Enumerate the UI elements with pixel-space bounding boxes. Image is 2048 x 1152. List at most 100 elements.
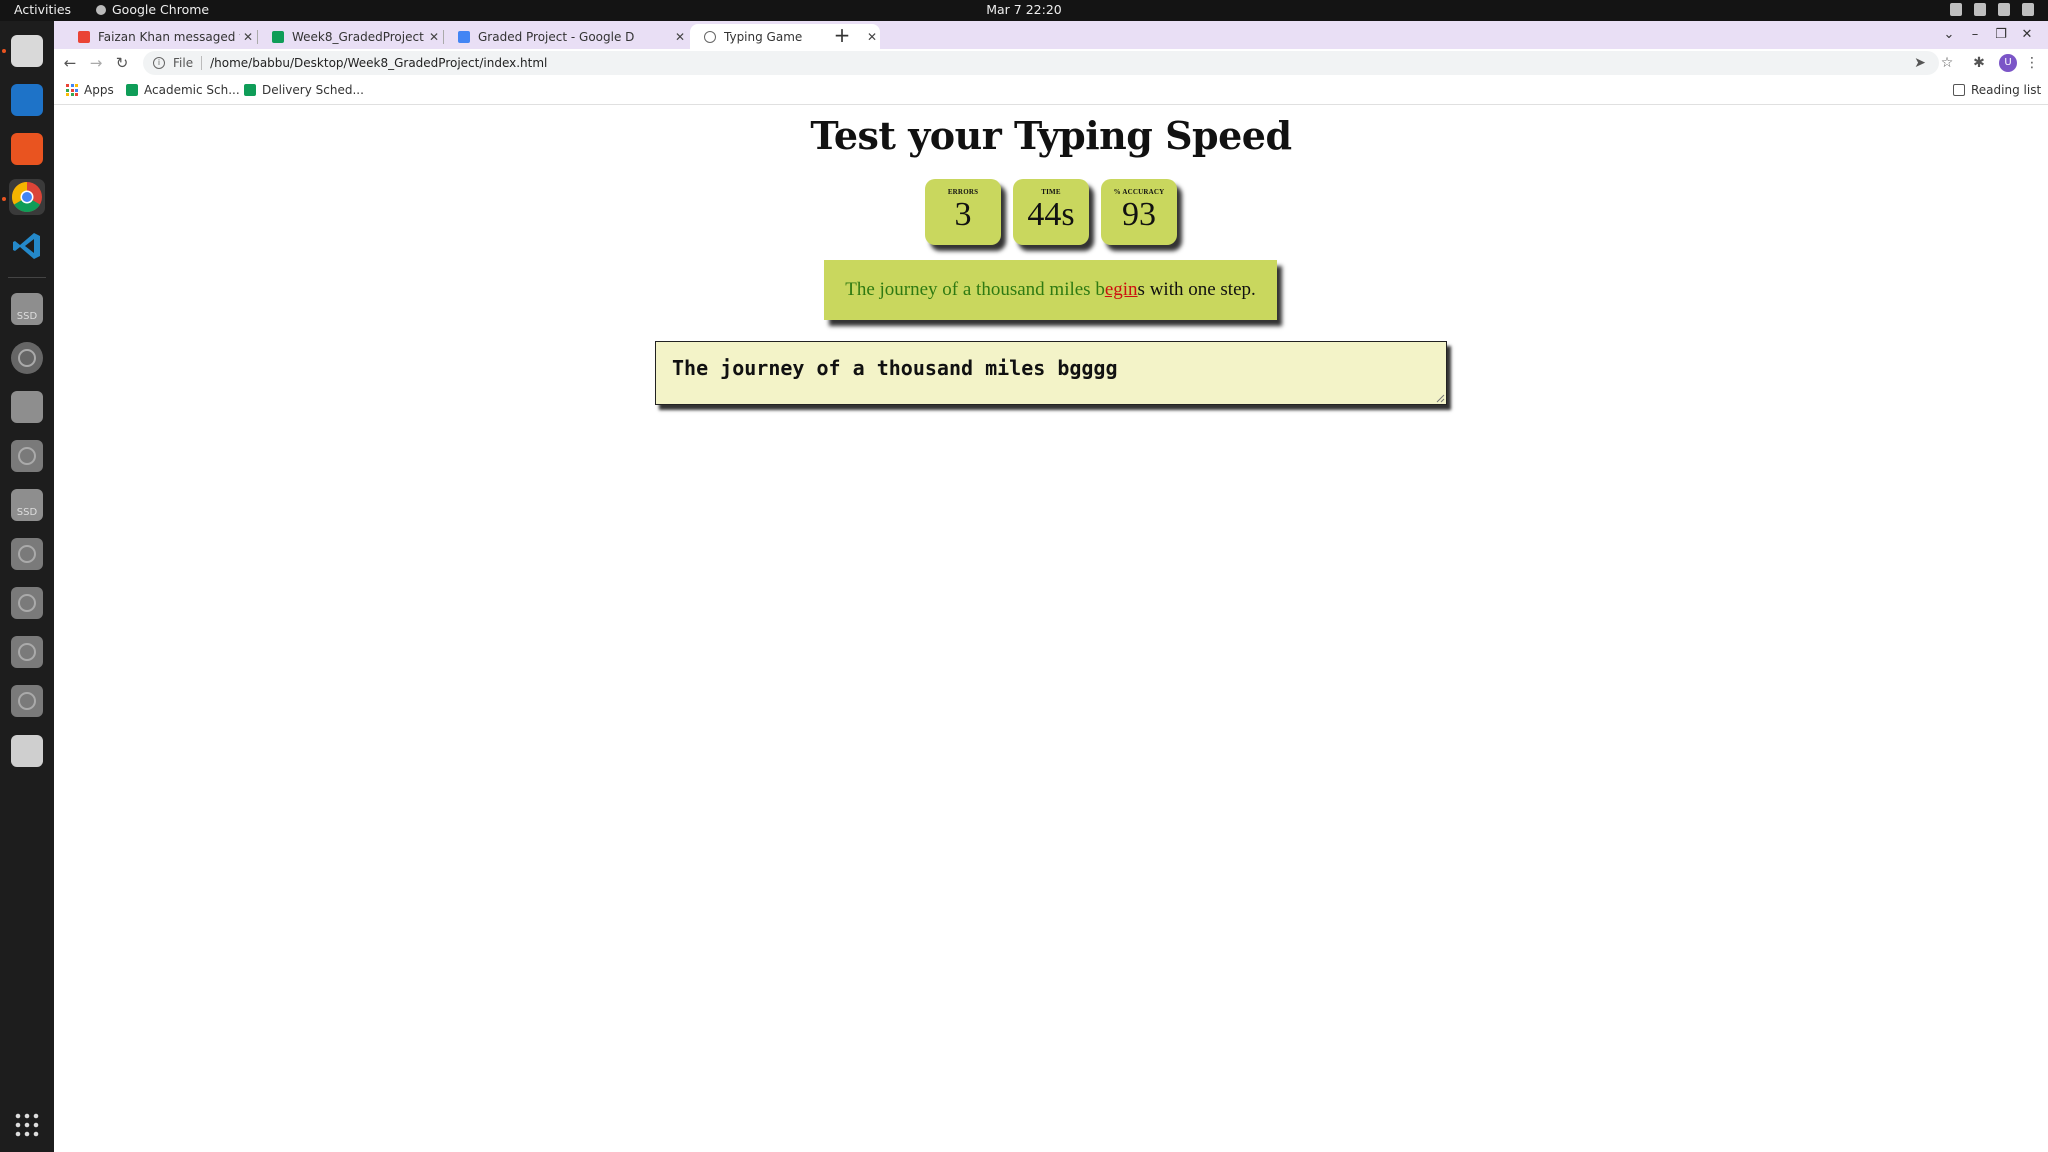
dock-show-apps[interactable] (9, 1107, 45, 1143)
disc-icon (11, 587, 43, 619)
back-icon[interactable]: ← (58, 51, 82, 75)
dock: SSD SSD (0, 21, 54, 1152)
address-url[interactable]: /home/babbu/Desktop/Week8_GradedProject/… (210, 56, 547, 70)
errors-stat: ERRORS 3 (925, 179, 1001, 245)
google-docs-icon (458, 30, 470, 43)
window-controls: ⌄ – ❐ ✕ (1936, 24, 2040, 46)
browser-toolbar: ← → ↻ i File /home/babbu/Desktop/Week8_G… (54, 49, 2048, 77)
dock-drive[interactable] (9, 389, 45, 425)
system-tray[interactable] (1950, 3, 2034, 16)
ssd-drive-icon: SSD (11, 489, 43, 521)
address-bar[interactable]: i File /home/babbu/Desktop/Week8_GradedP… (143, 51, 1939, 75)
libreoffice-writer-icon (11, 84, 43, 116)
close-tab-icon[interactable]: ✕ (864, 30, 880, 44)
dock-disc[interactable] (9, 536, 45, 572)
google-drive-icon (272, 30, 284, 43)
dock-software[interactable] (9, 131, 45, 167)
dock-files[interactable] (9, 33, 45, 69)
bookmark-academic-schedule[interactable]: Academic Sch... (126, 83, 240, 97)
time-value: 44s (1027, 196, 1075, 233)
errors-label: ERRORS (947, 188, 979, 196)
reading-list-icon (1953, 84, 1965, 96)
ssd-drive-icon: SSD (11, 293, 43, 325)
tab-title: Graded Project - Google D (478, 29, 635, 44)
tab-title: Week8_GradedProject - G (292, 29, 426, 44)
dock-disc[interactable] (9, 634, 45, 670)
accuracy-value: 93 (1122, 196, 1156, 233)
typing-input[interactable]: The journey of a thousand miles bgggg (655, 341, 1447, 405)
bookmark-star-icon[interactable]: ☆ (1937, 53, 1957, 73)
google-sheets-icon (126, 84, 138, 96)
tab-docs[interactable]: Graded Project - Google D ✕ (444, 24, 688, 49)
tab-gmail[interactable]: Faizan Khan messaged yo ✕ (64, 24, 256, 49)
google-sheets-icon (244, 84, 256, 96)
dock-ssd-drive[interactable]: SSD (9, 487, 45, 523)
globe-icon (704, 30, 716, 43)
profile-avatar[interactable]: U (1999, 54, 2017, 72)
send-icon[interactable]: ➤ (1910, 53, 1930, 73)
bookmark-apps[interactable]: Apps (66, 83, 114, 97)
bookmark-label: Delivery Sched... (262, 83, 364, 97)
apps-grid-icon (66, 84, 78, 96)
errors-value: 3 (954, 196, 972, 233)
clock[interactable]: Mar 7 22:20 (0, 2, 2048, 17)
quote-box: The journey of a thousand miles b egin s w… (824, 260, 1277, 320)
dock-vscode[interactable] (9, 228, 45, 264)
new-tab-button[interactable]: + (830, 24, 854, 48)
resize-handle-icon[interactable] (1435, 393, 1445, 403)
menu-kebab-icon[interactable]: ⋮ (2022, 53, 2042, 73)
page-content: Test your Typing Speed ERRORS 3 TIME 44s… (54, 105, 2048, 1152)
tab-strip: Faizan Khan messaged yo ✕ Week8_GradedPr… (54, 21, 2048, 49)
battery-icon (2022, 3, 2034, 16)
time-label: TIME (1041, 188, 1061, 196)
close-tab-icon[interactable]: ✕ (426, 30, 442, 44)
tab-drive[interactable]: Week8_GradedProject - G ✕ (258, 24, 442, 49)
trash-icon (11, 735, 43, 767)
dock-settings[interactable] (9, 340, 45, 376)
close-tab-icon[interactable]: ✕ (672, 30, 688, 44)
dock-disc[interactable] (9, 683, 45, 719)
accuracy-stat: % ACCURACY 93 (1101, 179, 1177, 245)
accuracy-label: % ACCURACY (1113, 188, 1165, 196)
minimize-icon[interactable]: – (1962, 24, 1988, 46)
files-icon (11, 35, 43, 67)
extensions-puzzle-icon[interactable]: ✱ (1969, 53, 1989, 73)
gmail-icon (78, 30, 90, 43)
disc-icon (11, 538, 43, 570)
dock-trash[interactable] (9, 733, 45, 769)
bookmark-delivery-schedule[interactable]: Delivery Sched... (244, 83, 364, 97)
close-tab-icon[interactable]: ✕ (240, 30, 256, 44)
reload-icon[interactable]: ↻ (110, 51, 134, 75)
close-window-icon[interactable]: ✕ (2014, 24, 2040, 46)
disc-icon (11, 440, 43, 472)
dock-ssd-drive[interactable]: SSD (9, 291, 45, 327)
restore-icon[interactable]: ❐ (1988, 24, 2014, 46)
settings-gear-icon (11, 342, 43, 374)
bookmark-label: Apps (84, 83, 114, 97)
address-scheme: File (173, 56, 194, 70)
volume-icon (1998, 3, 2010, 16)
address-divider (201, 56, 203, 70)
page-title: Test your Typing Speed (810, 113, 1292, 158)
running-indicator (2, 197, 6, 201)
reading-list-label: Reading list (1971, 83, 2042, 97)
tab-search-icon[interactable]: ⌄ (1936, 24, 1962, 46)
info-icon[interactable]: i (153, 57, 165, 69)
time-stat: TIME 44s (1013, 179, 1089, 245)
drive-icon (11, 391, 43, 423)
tab-title: Faizan Khan messaged yo (98, 29, 240, 44)
quote-correct-text: The journey of a thousand miles b (845, 279, 1105, 300)
dock-disc[interactable] (9, 585, 45, 621)
disc-icon (11, 636, 43, 668)
running-indicator (2, 49, 6, 53)
dock-disc[interactable] (9, 438, 45, 474)
forward-icon[interactable]: → (84, 51, 108, 75)
bookmarks-bar: Apps Academic Sch... Delivery Sched... R… (54, 77, 2048, 105)
quote-incorrect-text: egin (1104, 279, 1138, 300)
dock-writer[interactable] (9, 82, 45, 118)
show-apps-grid-icon (15, 1113, 39, 1137)
dock-chrome[interactable] (9, 179, 45, 215)
reading-list-button[interactable]: Reading list (1953, 83, 2041, 97)
disc-icon (11, 685, 43, 717)
vscode-icon (13, 233, 40, 259)
